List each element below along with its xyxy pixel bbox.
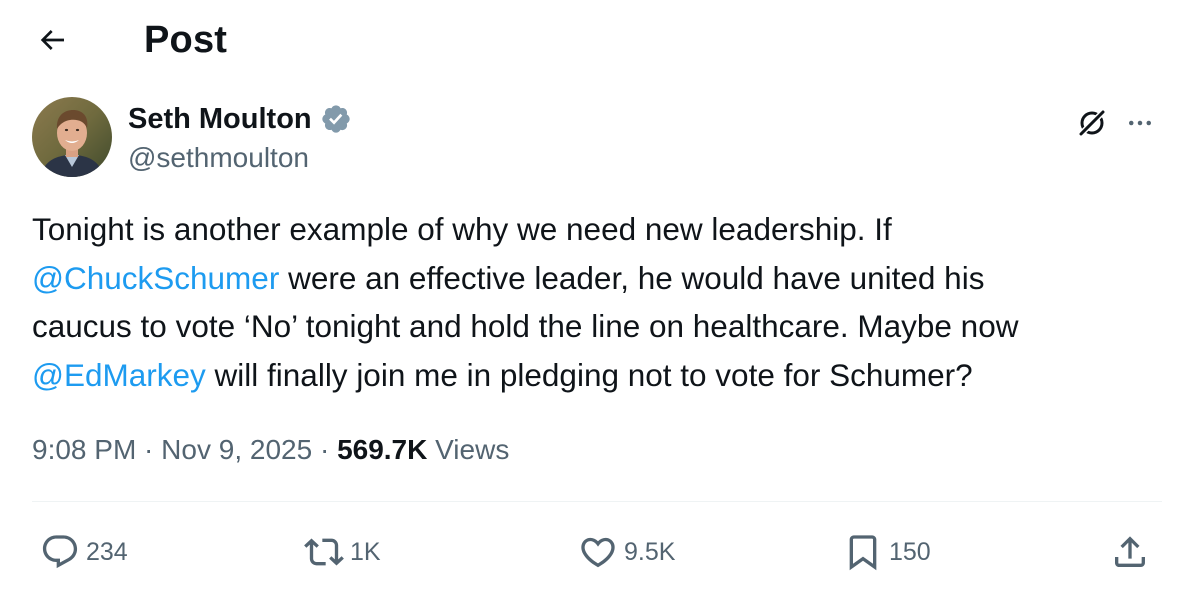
bookmark-button[interactable]: 150 bbox=[843, 526, 931, 578]
meta-separator: · bbox=[312, 434, 338, 465]
author-row: Seth Moulton @sethmoulton bbox=[32, 97, 1162, 179]
bookmark-count: 150 bbox=[889, 537, 931, 566]
meta-separator: · bbox=[136, 434, 162, 465]
post-text-line: @ChuckSchumer were an effective leader, … bbox=[32, 254, 1162, 303]
post-text-segment: were an effective leader, he would have … bbox=[279, 259, 985, 296]
repost-count: 1K bbox=[350, 537, 381, 566]
author-handle[interactable]: @sethmoulton bbox=[128, 140, 309, 176]
like-count: 9.5K bbox=[624, 537, 676, 566]
post-text: Tonight is another example of why we nee… bbox=[32, 205, 1162, 399]
action-bar: 234 1K 9.5K 150 bbox=[0, 526, 1192, 578]
post-text-segment: caucus to vote ‘No’ tonight and hold the… bbox=[32, 308, 1019, 344]
post-text-line: caucus to vote ‘No’ tonight and hold the… bbox=[32, 302, 1162, 351]
reply-button[interactable]: 234 bbox=[40, 526, 128, 578]
post-date[interactable]: Nov 9, 2025 bbox=[161, 434, 312, 465]
views-label: Views bbox=[427, 434, 510, 465]
verified-badge-icon bbox=[321, 105, 350, 133]
share-button[interactable] bbox=[1110, 526, 1150, 578]
grok-icon bbox=[1076, 107, 1108, 139]
author-name-group: Seth Moulton bbox=[128, 101, 352, 137]
mention-link-chuckschumer[interactable]: @ChuckSchumer bbox=[32, 260, 279, 296]
post-time[interactable]: 9:08 PM bbox=[32, 434, 136, 465]
page-title: Post bbox=[144, 19, 228, 61]
post-meta: 9:08 PM · Nov 9, 2025 · 569.7K Views bbox=[32, 430, 509, 470]
divider bbox=[32, 501, 1162, 502]
repost-icon bbox=[304, 538, 344, 566]
share-icon bbox=[1115, 536, 1145, 567]
mention-link-edmarkey[interactable]: @EdMarkey bbox=[32, 357, 206, 393]
grok-button[interactable] bbox=[1072, 103, 1112, 143]
heart-icon bbox=[581, 537, 615, 568]
post-header: Post bbox=[0, 0, 1192, 80]
more-horizontal-icon bbox=[1129, 120, 1151, 126]
author-name[interactable]: Seth Moulton bbox=[128, 101, 312, 137]
more-options-button[interactable] bbox=[1118, 103, 1162, 143]
like-button[interactable]: 9.5K bbox=[578, 526, 675, 578]
post-text-segment: will finally join me in pledging not to … bbox=[205, 356, 973, 393]
views-count[interactable]: 569.7K bbox=[337, 434, 427, 465]
back-button[interactable] bbox=[30, 22, 74, 58]
reply-icon bbox=[42, 535, 78, 569]
post-text-line: @EdMarkey will finally join me in pledgi… bbox=[32, 351, 1162, 400]
reply-count: 234 bbox=[86, 537, 128, 566]
repost-button[interactable]: 1K bbox=[304, 526, 381, 578]
post-text-line: Tonight is another example of why we nee… bbox=[32, 205, 1162, 254]
post-text-segment: Tonight is another example of why we nee… bbox=[32, 211, 892, 247]
arrow-left-icon bbox=[40, 30, 64, 50]
avatar[interactable] bbox=[32, 97, 112, 177]
bookmark-icon bbox=[849, 535, 877, 571]
user-avatar-image bbox=[32, 97, 112, 177]
